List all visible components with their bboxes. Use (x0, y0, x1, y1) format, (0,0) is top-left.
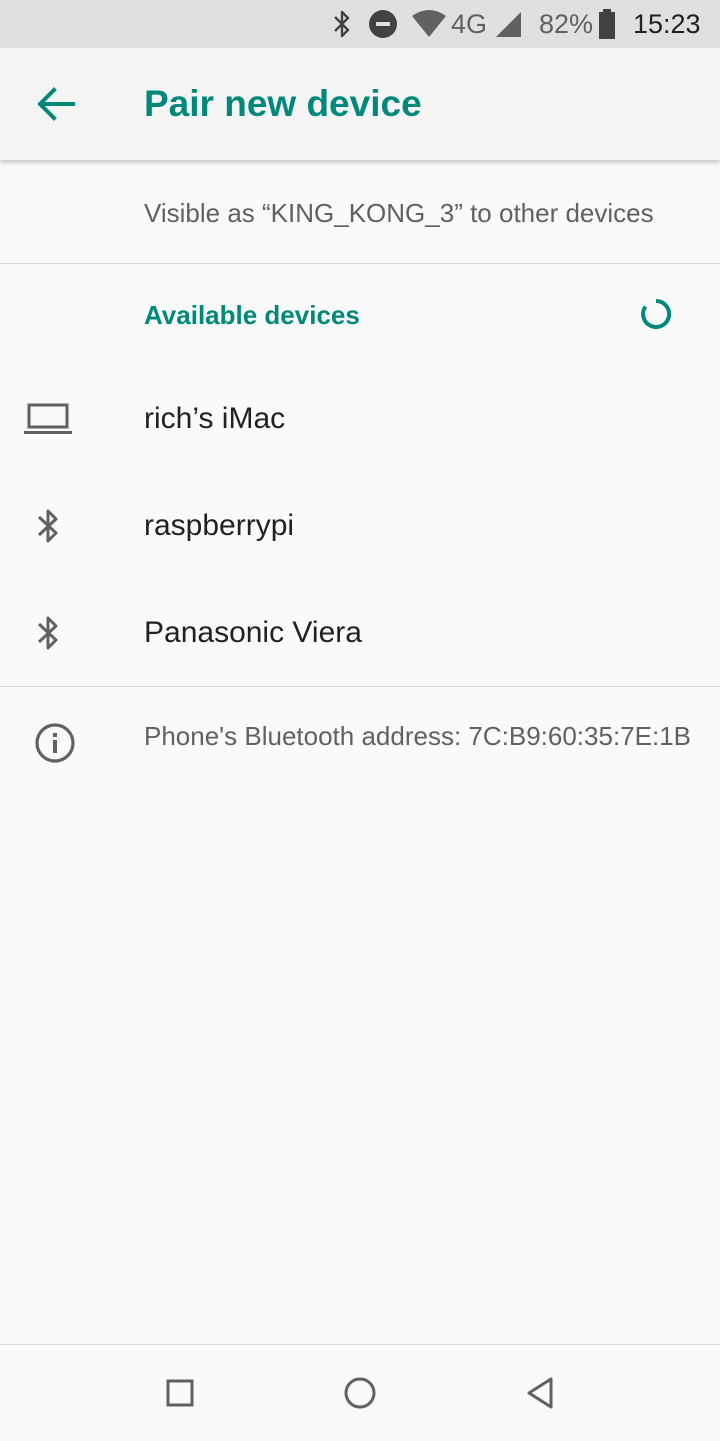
device-item-raspberrypi[interactable]: raspberrypi (0, 473, 720, 579)
info-icon (35, 723, 75, 763)
network-type: 4G (451, 8, 488, 39)
back-nav-button[interactable] (480, 1345, 600, 1441)
bluetooth-icon (331, 0, 353, 48)
divider (0, 263, 720, 264)
back-triangle-icon (527, 1377, 553, 1409)
recents-button[interactable] (120, 1345, 240, 1441)
battery-percent: 82% (539, 8, 594, 39)
divider (0, 686, 720, 687)
do-not-disturb-icon (368, 0, 398, 48)
laptop-icon (20, 366, 76, 472)
device-name: Panasonic Viera (144, 616, 362, 649)
bluetooth-icon (20, 473, 76, 579)
clock: 15:23 (633, 8, 701, 39)
cell-signal-icon (494, 0, 522, 48)
status-bar: 4G 82% 15:23 (0, 0, 720, 48)
home-button[interactable] (300, 1345, 420, 1441)
arrow-left-icon (37, 87, 75, 121)
wifi-icon (411, 0, 447, 48)
device-name: rich’s iMac (144, 402, 286, 435)
device-item-rich-imac[interactable]: rich’s iMac (0, 366, 720, 472)
loading-spinner-icon (641, 298, 672, 329)
bluetooth-address-text: Phone's Bluetooth address: 7C:B9:60:35:7… (144, 721, 692, 751)
home-circle-icon (344, 1377, 376, 1409)
recents-square-icon (166, 1379, 194, 1407)
bluetooth-icon (20, 580, 76, 686)
navigation-bar (0, 1344, 720, 1441)
app-bar: Pair new device (0, 48, 720, 160)
visible-as-text: Visible as “KING_KONG_3” to other device… (144, 198, 654, 228)
battery-icon (598, 0, 616, 48)
available-devices-header: Available devices (144, 300, 360, 330)
device-name: raspberrypi (144, 509, 295, 542)
page-title: Pair new device (144, 83, 422, 124)
back-button[interactable] (24, 70, 88, 138)
device-item-panasonic-viera[interactable]: Panasonic Viera (0, 580, 720, 686)
